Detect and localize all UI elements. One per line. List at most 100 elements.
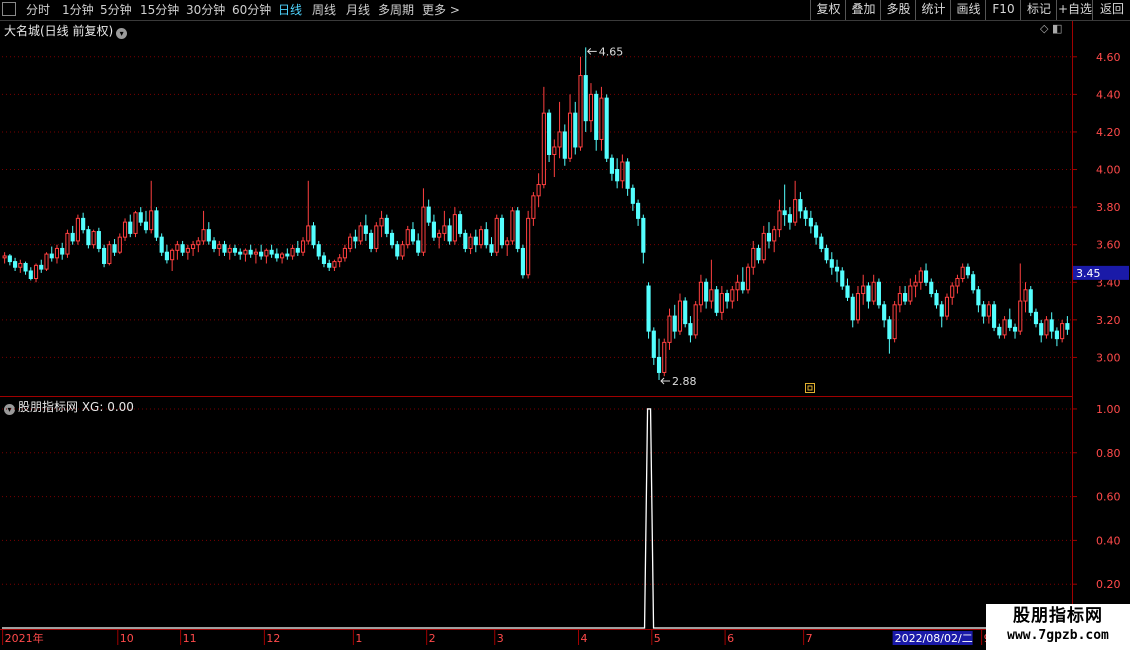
watermark-line1: 股朋指标网 xyxy=(1013,606,1103,626)
candle xyxy=(730,289,735,302)
time-label: 10 xyxy=(120,632,134,645)
candle xyxy=(793,199,798,223)
candle xyxy=(7,255,12,263)
candle xyxy=(112,244,117,253)
candle xyxy=(604,97,609,159)
candle xyxy=(379,217,384,227)
candle xyxy=(1002,319,1007,336)
candle xyxy=(180,244,185,253)
price-tick-label: 4.20 xyxy=(1096,126,1121,139)
price-tick-label: 4.40 xyxy=(1096,88,1121,101)
candle xyxy=(876,281,881,306)
candle xyxy=(306,225,311,242)
candle xyxy=(913,281,918,287)
watermark-logo: 股朋指标网 www.7gpzb.com xyxy=(986,604,1130,650)
candle xyxy=(358,225,363,242)
candle xyxy=(866,285,871,302)
candle xyxy=(452,214,457,242)
candle xyxy=(342,247,347,259)
candle xyxy=(332,261,337,268)
candle xyxy=(552,146,557,155)
candle xyxy=(892,304,897,340)
candle xyxy=(887,319,892,340)
candle xyxy=(745,266,751,291)
candle xyxy=(300,240,306,253)
candle xyxy=(803,210,808,219)
candle xyxy=(1012,326,1018,332)
xg-signal-line xyxy=(2,408,1072,629)
candle xyxy=(107,244,112,264)
candle xyxy=(615,169,620,182)
price-tick-label: 3.80 xyxy=(1096,201,1121,214)
candle xyxy=(86,229,91,246)
candle xyxy=(337,257,342,263)
candle xyxy=(191,244,196,249)
candle xyxy=(777,210,782,231)
candle xyxy=(819,236,824,249)
candle xyxy=(630,187,635,204)
candle xyxy=(274,253,279,259)
candle xyxy=(311,225,316,246)
candle xyxy=(992,304,997,328)
candle xyxy=(808,217,813,227)
candle xyxy=(70,232,75,242)
candle xyxy=(389,232,395,246)
candle xyxy=(154,210,159,238)
candle xyxy=(814,225,819,238)
candle xyxy=(96,231,101,249)
candle xyxy=(772,229,777,242)
candle xyxy=(222,244,227,253)
candle xyxy=(923,270,929,283)
candle xyxy=(164,251,169,261)
extreme-label: 2.88 xyxy=(672,375,697,388)
candle xyxy=(227,247,232,253)
candle xyxy=(908,285,913,302)
extreme-arrow xyxy=(587,48,597,55)
candle xyxy=(431,221,436,238)
candle xyxy=(321,255,327,264)
time-label: 2 xyxy=(429,632,436,645)
indicator-tick-label: 0.80 xyxy=(1096,447,1121,460)
candle xyxy=(33,264,39,280)
candle xyxy=(60,247,65,255)
candle xyxy=(986,304,991,317)
candle xyxy=(573,112,578,148)
candle xyxy=(976,289,981,306)
time-label: 3 xyxy=(497,632,504,645)
candle xyxy=(458,214,463,234)
candle xyxy=(363,225,368,234)
candle xyxy=(175,244,180,251)
candle xyxy=(143,221,149,231)
candle xyxy=(855,293,861,321)
candle xyxy=(636,202,641,219)
candle xyxy=(520,247,525,276)
candle xyxy=(185,247,190,253)
candle xyxy=(677,300,683,332)
time-label: 6 xyxy=(727,632,734,645)
candle xyxy=(704,281,709,302)
candle xyxy=(1065,323,1070,330)
candle xyxy=(934,293,939,306)
candle xyxy=(201,229,206,242)
candle xyxy=(1033,311,1039,325)
time-label: 12 xyxy=(266,632,280,645)
time-cursor-label: 2022/08/02/二 xyxy=(895,632,973,645)
candle xyxy=(1060,323,1065,340)
candle xyxy=(75,217,80,242)
candle xyxy=(609,157,614,174)
candle xyxy=(515,210,520,249)
candle xyxy=(499,217,505,246)
candle xyxy=(416,240,421,253)
candle xyxy=(91,231,96,246)
candle xyxy=(562,131,567,159)
candle xyxy=(217,244,222,249)
watermark-line2: www.7gpzb.com xyxy=(1007,628,1109,643)
chart-canvas[interactable]: 4.604.404.204.003.803.603.403.203.001.00… xyxy=(0,0,1130,650)
candle xyxy=(719,293,724,313)
candle xyxy=(138,212,143,223)
candle xyxy=(159,236,164,253)
candle xyxy=(232,247,238,253)
candle xyxy=(295,247,300,253)
candle xyxy=(1018,300,1023,332)
candle xyxy=(54,247,60,259)
